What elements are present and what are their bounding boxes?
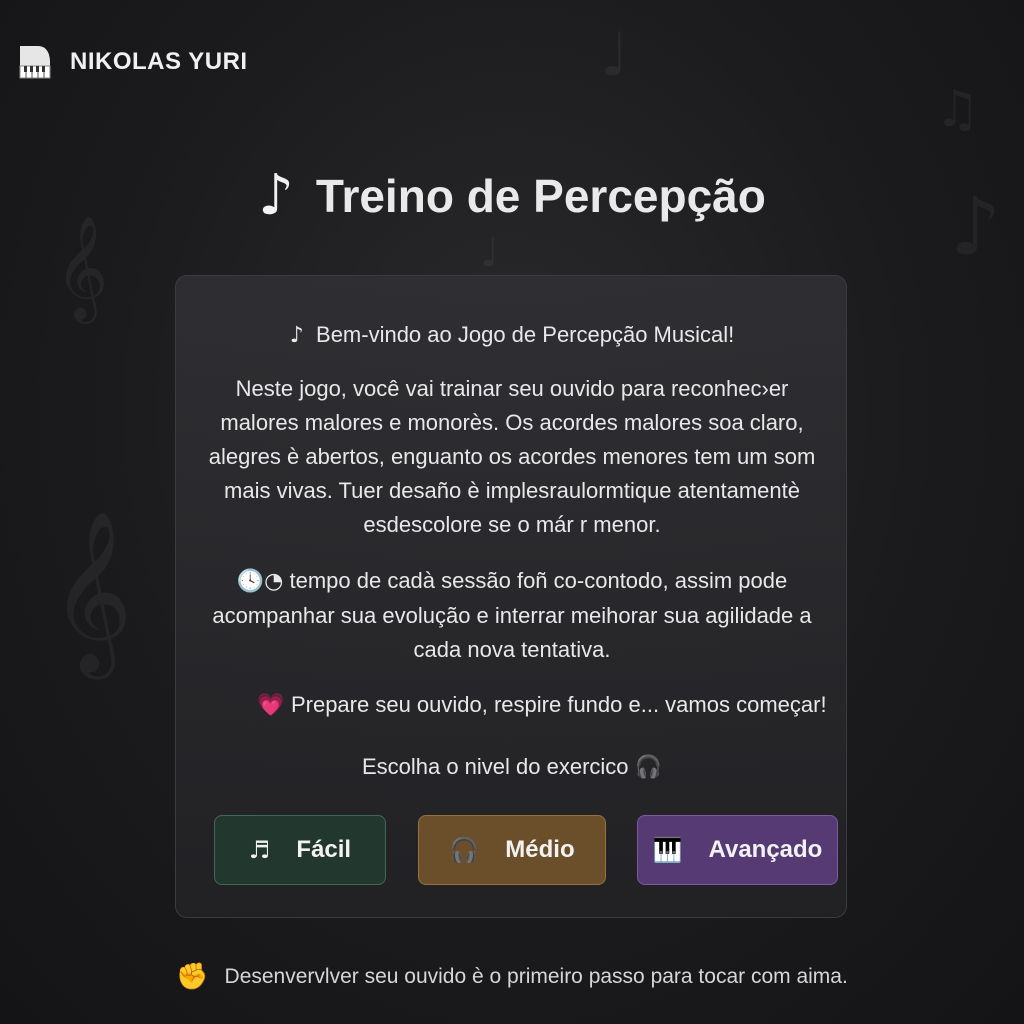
- treble-clef-bg-icon: 𝄞: [50, 510, 133, 673]
- clock-icon: 🕓◔: [236, 569, 284, 594]
- fist-icon: ✊: [176, 962, 209, 992]
- easy-level-label: Fácil: [296, 836, 352, 863]
- choose-level-text: Escolha o nivel do exercico: [361, 754, 629, 779]
- footer-tagline: ✊ Desenvervlver seu ouvido è o primeiro …: [0, 962, 1024, 992]
- intro-paragraph: Neste jogo, você vai trainar seu ouvido …: [208, 376, 816, 537]
- brand: NIKOLAS YURI: [18, 42, 248, 82]
- brand-name: NIKOLAS YURI: [70, 48, 248, 75]
- piano-icon: [19, 46, 51, 79]
- intro-card: ♪ Bem-vindo ao Jogo de Percepção Musical…: [175, 275, 847, 918]
- ready-message: 💗 Prepare seu ouvido, respire fundo e...…: [236, 692, 848, 718]
- treble-clef-bg-icon: 𝄞: [55, 215, 109, 320]
- heart-icon: 💗: [257, 693, 285, 718]
- page-title: ♪ Treino de Percepção: [0, 168, 1024, 224]
- medium-level-button[interactable]: 🎧 Médio: [418, 815, 606, 885]
- session-paragraph: 🕓◔ tempo de cadà sessão foñ co-contodo, …: [202, 564, 822, 667]
- music-note-icon: ♪: [258, 163, 294, 228]
- keyboard-icon: 🎹: [652, 836, 683, 864]
- ready-text: Prepare seu ouvido, respire fundo e... v…: [290, 692, 827, 717]
- session-text: tempo de cadà sessão foñ co-contodo, ass…: [212, 568, 812, 662]
- headphones-icon: 🎧: [449, 836, 480, 864]
- advanced-level-label: Avançado: [708, 836, 823, 863]
- page-title-text: Treino de Percepção: [315, 170, 766, 222]
- music-note-bg-icon: ♫: [935, 80, 980, 138]
- music-note-icon: ♪: [289, 323, 304, 348]
- music-note-bg-icon: ♩: [480, 230, 499, 276]
- choose-level-label: Escolha o nivel do exercico 🎧: [176, 754, 848, 780]
- music-notes-icon: ♬: [248, 836, 271, 864]
- music-note-bg-icon: ♩: [600, 20, 629, 90]
- footer-text: Desenvervlver seu ouvido è o primeiro pa…: [224, 965, 848, 988]
- headphones-icon: 🎧: [634, 755, 663, 780]
- welcome-text: Bem-vindo ao Jogo de Percepção Musical!: [316, 322, 735, 347]
- advanced-level-button[interactable]: 🎹 Avançado: [637, 815, 838, 885]
- welcome-message: ♪ Bem-vindo ao Jogo de Percepção Musical…: [176, 322, 848, 348]
- medium-level-label: Médio: [505, 836, 575, 863]
- easy-level-button[interactable]: ♬ Fácil: [214, 815, 386, 885]
